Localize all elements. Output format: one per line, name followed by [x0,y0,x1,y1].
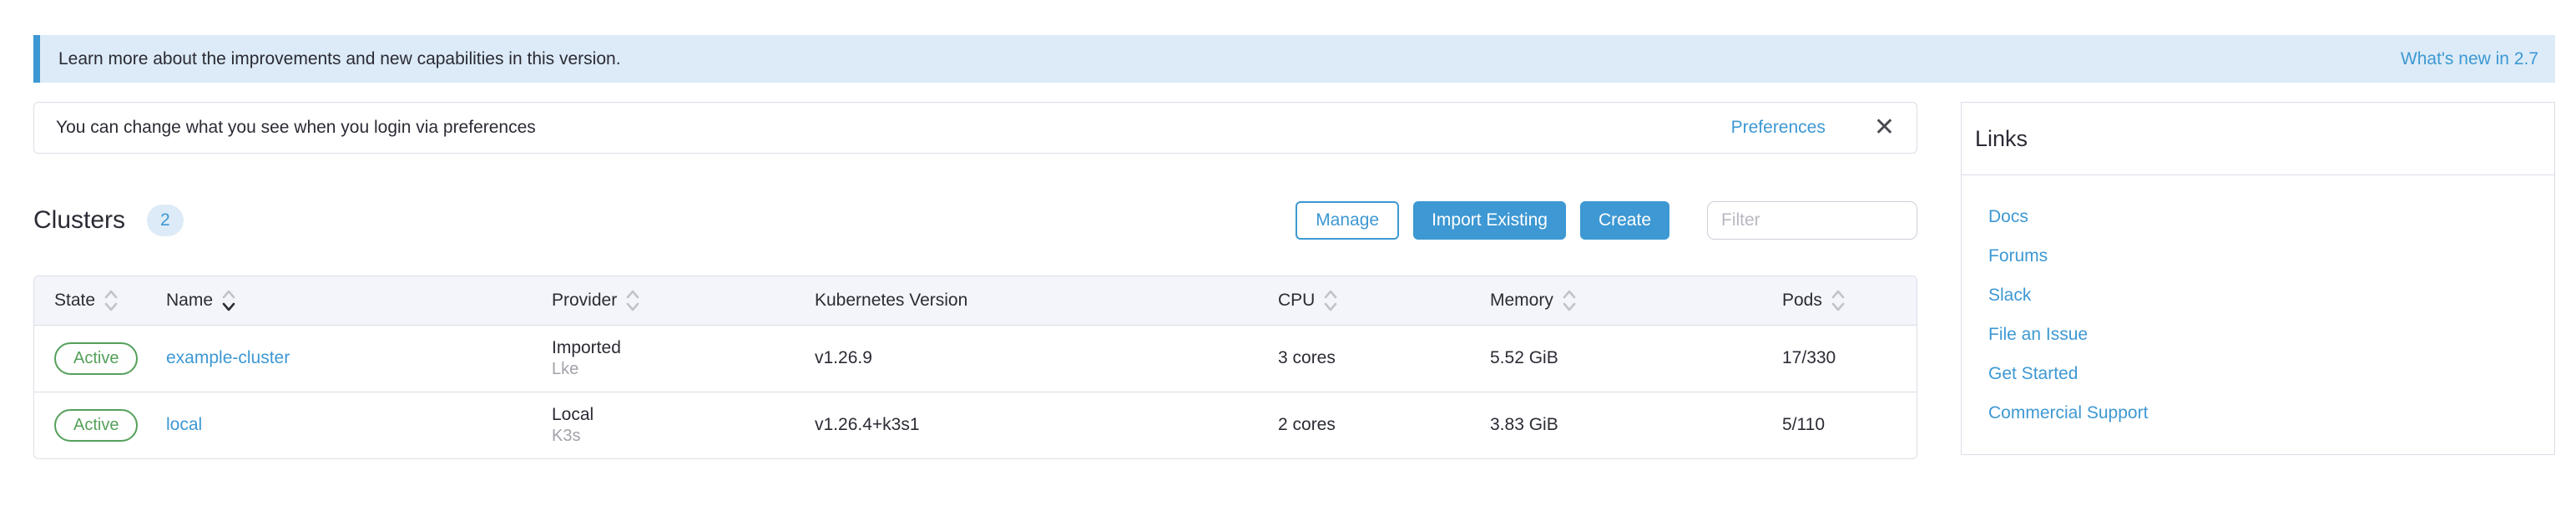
sort-icon [220,288,237,313]
table-row: Active local Local K3s v1.26.4+k3s1 2 co… [34,392,1917,458]
sort-icon [624,288,641,313]
create-button[interactable]: Create [1580,201,1669,240]
sort-icon [103,288,119,313]
docs-link[interactable]: Docs [1988,207,2028,227]
forums-link[interactable]: Forums [1988,246,2048,266]
column-header-kubernetes-version: Kubernetes Version [795,276,1258,325]
clusters-table: State Name Provider [33,276,1917,459]
filter-input[interactable] [1707,201,1917,240]
column-header-memory[interactable]: Memory [1470,276,1762,325]
manage-button[interactable]: Manage [1296,201,1399,240]
cluster-name-link[interactable]: local [166,415,202,434]
cpu-cell: 2 cores [1258,392,1470,458]
preferences-link[interactable]: Preferences [1731,118,1826,138]
close-icon[interactable]: ✕ [1874,115,1895,140]
list-item: Forums [1988,236,2554,276]
links-panel: Links Docs Forums Slack File an Issue Ge… [1961,102,2555,455]
provider-distro: Lke [552,360,795,379]
table-row: Active example-cluster Imported Lke v1.2… [34,325,1917,392]
list-item: File an Issue [1988,315,2554,354]
provider-name: Imported [552,338,795,358]
kubernetes-version-cell: v1.26.9 [795,325,1258,392]
sort-icon [1322,288,1339,313]
column-header-state[interactable]: State [34,276,146,325]
status-badge: Active [54,409,138,442]
memory-cell: 3.83 GiB [1470,392,1762,458]
sort-icon [1830,288,1846,313]
cpu-cell: 3 cores [1258,325,1470,392]
version-banner: Learn more about the improvements and ne… [33,35,2555,83]
column-header-cpu[interactable]: CPU [1258,276,1470,325]
whats-new-link[interactable]: What's new in 2.7 [2401,49,2538,69]
cluster-name-link[interactable]: example-cluster [166,348,290,367]
kubernetes-version-cell: v1.26.4+k3s1 [795,392,1258,458]
login-preferences-notice: You can change what you see when you log… [33,102,1917,154]
memory-cell: 5.52 GiB [1470,325,1762,392]
list-item: Slack [1988,276,2554,315]
file-an-issue-link[interactable]: File an Issue [1988,325,2088,345]
content-row: You can change what you see when you log… [33,102,2555,459]
status-badge: Active [54,342,138,375]
import-existing-button[interactable]: Import Existing [1413,201,1566,240]
list-item: Get Started [1988,354,2554,393]
slack-link[interactable]: Slack [1988,286,2031,306]
list-item: Docs [1988,197,2554,236]
provider-distro: K3s [552,427,795,446]
main-column: You can change what you see when you log… [33,102,1917,459]
get-started-link[interactable]: Get Started [1988,364,2078,384]
provider-name: Local [552,405,795,425]
column-header-pods[interactable]: Pods [1762,276,1917,325]
table-header-row: State Name Provider [34,276,1917,325]
clusters-header: Clusters 2 Manage Import Existing Create [33,200,1917,240]
header-actions: Manage Import Existing Create [1296,201,1917,240]
commercial-support-link[interactable]: Commercial Support [1988,403,2148,423]
column-header-name[interactable]: Name [146,276,532,325]
column-header-provider[interactable]: Provider [532,276,795,325]
pods-cell: 5/110 [1762,392,1917,458]
list-item: Commercial Support [1988,393,2554,433]
page-title: Clusters [33,206,125,235]
sort-icon [1561,288,1578,313]
pods-cell: 17/330 [1762,325,1917,392]
version-banner-text: Learn more about the improvements and ne… [58,49,621,69]
cluster-count-badge: 2 [147,205,184,236]
notice-text: You can change what you see when you log… [56,118,536,138]
rancher-home-page: Learn more about the improvements and ne… [0,35,2576,516]
links-list: Docs Forums Slack File an Issue Get Star… [1962,175,2554,454]
links-panel-title: Links [1962,103,2554,175]
